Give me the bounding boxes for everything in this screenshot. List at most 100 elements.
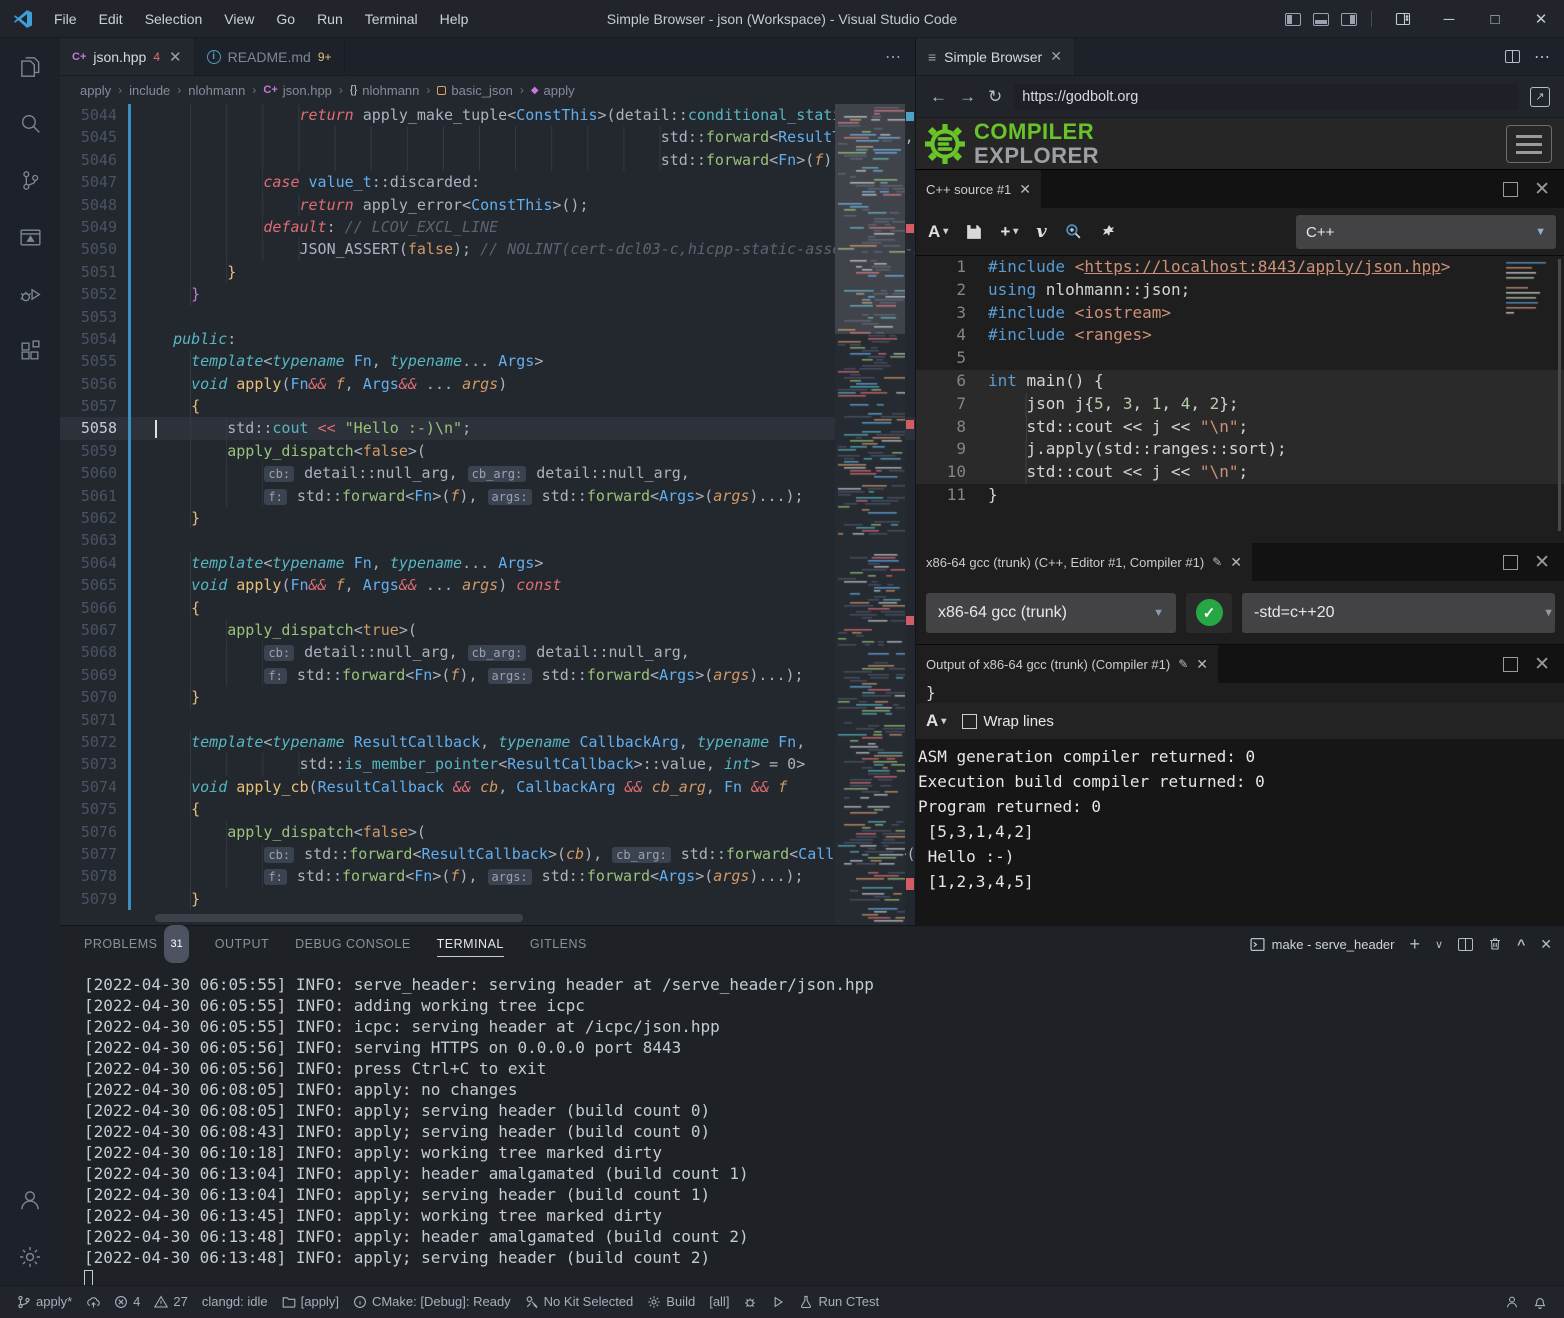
toggle-sidebar-icon[interactable] bbox=[1285, 13, 1301, 26]
forward-icon[interactable]: → bbox=[959, 87, 976, 107]
save-icon[interactable] bbox=[966, 224, 982, 240]
font-size-button[interactable]: A▾ bbox=[926, 711, 946, 731]
maximize-button[interactable]: □ bbox=[1472, 0, 1518, 38]
status-27[interactable]: 27 bbox=[147, 1286, 194, 1318]
back-icon[interactable]: ← bbox=[930, 87, 947, 107]
status-feedback[interactable] bbox=[1498, 1286, 1526, 1318]
activity-source-control[interactable] bbox=[0, 152, 60, 209]
code-editor[interactable]: 5044 return apply_make_tuple<ConstThis>(… bbox=[60, 104, 915, 925]
minimize-button[interactable]: ─ bbox=[1426, 0, 1472, 38]
compiler-options-input[interactable] bbox=[1242, 593, 1555, 633]
status-no-kit-selected[interactable]: No Kit Selected bbox=[518, 1286, 641, 1318]
panel-tab-problems[interactable]: PROBLEMS31 bbox=[84, 926, 189, 962]
rename-icon[interactable]: ✎ bbox=[1212, 555, 1222, 569]
tab-json.hpp[interactable]: C+json.hpp4✕ bbox=[60, 38, 195, 75]
status-clangd-idle[interactable]: clangd: idle bbox=[195, 1286, 275, 1318]
horizontal-scrollbar[interactable] bbox=[155, 914, 523, 922]
panel-tab-terminal[interactable]: TERMINAL bbox=[437, 926, 504, 962]
customize-layout-icon[interactable] bbox=[1380, 0, 1426, 38]
menu-help[interactable]: Help bbox=[429, 11, 480, 27]
status-bell[interactable] bbox=[1526, 1286, 1554, 1318]
close-window-button[interactable]: ✕ bbox=[1518, 0, 1564, 38]
cursor-jump-icon[interactable] bbox=[1100, 224, 1116, 240]
panel-tab-output[interactable]: OUTPUT bbox=[215, 926, 269, 962]
ce-output-tab[interactable]: Output of x86-64 gcc (trunk) (Compiler #… bbox=[916, 645, 1218, 683]
status-build[interactable]: Build bbox=[640, 1286, 702, 1318]
menu-terminal[interactable]: Terminal bbox=[354, 11, 429, 27]
breadcrumb-item-apply[interactable]: ◆apply bbox=[531, 83, 575, 98]
close-pane-icon[interactable]: ✕ bbox=[1196, 656, 1208, 673]
status-play[interactable] bbox=[764, 1286, 792, 1318]
add-pane-button[interactable]: +▾ bbox=[1000, 222, 1018, 242]
breadcrumb-item-json.hpp[interactable]: C+json.hpp bbox=[263, 83, 332, 98]
minimap[interactable] bbox=[835, 104, 905, 925]
compile-status-button[interactable]: ✓ bbox=[1186, 593, 1232, 633]
close-tab-icon[interactable]: ✕ bbox=[169, 48, 182, 66]
panel-tab-debug-console[interactable]: DEBUG CONSOLE bbox=[295, 926, 411, 962]
status-apply-[interactable]: apply* bbox=[10, 1286, 79, 1318]
breadcrumb-item-include[interactable]: include bbox=[129, 83, 170, 98]
tab-simple-browser[interactable]: ≡ Simple Browser ✕ bbox=[916, 38, 1075, 75]
ce-source-editor[interactable]: 1#include <https://localhost:8443/apply/… bbox=[916, 256, 1564, 543]
menu-view[interactable]: View bbox=[213, 11, 265, 27]
reload-icon[interactable]: ↻ bbox=[988, 87, 1002, 107]
menu-selection[interactable]: Selection bbox=[134, 11, 214, 27]
maximize-panel-icon[interactable]: ^ bbox=[1517, 936, 1525, 952]
ce-compiler-tab[interactable]: x86-64 gcc (trunk) (C++, Editor #1, Comp… bbox=[916, 543, 1252, 581]
close-pane-icon[interactable]: ✕ bbox=[1019, 181, 1031, 198]
maximize-pane-icon[interactable] bbox=[1503, 555, 1518, 570]
more-actions-icon[interactable]: ⋯ bbox=[871, 47, 915, 67]
vim-mode-icon[interactable]: v bbox=[1036, 221, 1046, 242]
terminal-output[interactable]: [2022-04-30 06:05:55] INFO: serve_header… bbox=[60, 962, 1564, 1292]
activity-run-debug[interactable] bbox=[0, 266, 60, 323]
panel-tab-gitlens[interactable]: GITLENS bbox=[530, 926, 587, 962]
wrap-lines-toggle[interactable]: Wrap lines bbox=[962, 713, 1054, 730]
close-panel-icon[interactable]: ✕ bbox=[1540, 936, 1552, 953]
close-pane-icon[interactable]: ✕ bbox=[1230, 554, 1242, 571]
breadcrumb-item-nlohmann[interactable]: nlohmann bbox=[188, 83, 245, 98]
terminal-instance[interactable]: make - serve_header bbox=[1250, 937, 1395, 952]
close-pane-icon[interactable]: ✕ bbox=[1534, 178, 1550, 201]
status-cloud-upload[interactable] bbox=[79, 1286, 107, 1318]
status--all-[interactable]: [all] bbox=[702, 1286, 736, 1318]
zoom-search-icon[interactable] bbox=[1065, 223, 1082, 240]
activity-explorer[interactable] bbox=[0, 38, 60, 95]
close-pane-icon[interactable]: ✕ bbox=[1534, 653, 1550, 676]
maximize-pane-icon[interactable] bbox=[1503, 182, 1518, 197]
new-terminal-icon[interactable]: + bbox=[1410, 934, 1421, 955]
status-run-ctest[interactable]: Run CTest bbox=[792, 1286, 886, 1318]
breadcrumb-item-apply[interactable]: apply bbox=[80, 83, 111, 98]
split-editor-icon[interactable] bbox=[1505, 50, 1520, 63]
ce-scrollbar[interactable] bbox=[1558, 259, 1561, 531]
status--apply-[interactable]: [apply] bbox=[275, 1286, 346, 1318]
activity-account[interactable] bbox=[0, 1171, 60, 1228]
split-terminal-icon[interactable] bbox=[1458, 938, 1473, 951]
menu-file[interactable]: File bbox=[43, 11, 88, 27]
open-external-icon[interactable]: ↗ bbox=[1530, 87, 1550, 107]
kill-terminal-icon[interactable] bbox=[1488, 937, 1502, 951]
breadcrumb-item-nlohmann[interactable]: {}nlohmann bbox=[350, 83, 419, 98]
terminal-dropdown-icon[interactable]: ∨ bbox=[1435, 938, 1443, 951]
hamburger-menu-icon[interactable] bbox=[1506, 125, 1552, 163]
rename-icon[interactable]: ✎ bbox=[1178, 657, 1188, 671]
menu-edit[interactable]: Edit bbox=[88, 11, 134, 27]
activity-extensions[interactable] bbox=[0, 323, 60, 380]
close-tab-icon[interactable]: ✕ bbox=[1050, 48, 1062, 65]
status-4[interactable]: 4 bbox=[107, 1286, 147, 1318]
activity-cmake[interactable] bbox=[0, 209, 60, 266]
breadcrumb-item-basic_json[interactable]: basic_json bbox=[437, 83, 512, 98]
chevron-down-icon[interactable]: ▼ bbox=[1543, 607, 1554, 619]
activity-search[interactable] bbox=[0, 95, 60, 152]
toggle-secondary-sidebar-icon[interactable] bbox=[1341, 13, 1357, 26]
activity-settings[interactable] bbox=[0, 1228, 60, 1285]
ce-source-tab[interactable]: C++ source #1 ✕ bbox=[916, 170, 1041, 208]
maximize-pane-icon[interactable] bbox=[1503, 657, 1518, 672]
status-cmake-debug-ready[interactable]: CMake: [Debug]: Ready bbox=[346, 1286, 518, 1318]
language-select[interactable]: C++ ▼ bbox=[1296, 215, 1556, 249]
url-input[interactable] bbox=[1014, 84, 1518, 110]
compiler-select[interactable]: x86-64 gcc (trunk) ▼ bbox=[926, 593, 1176, 633]
status-bug[interactable] bbox=[736, 1286, 764, 1318]
font-size-button[interactable]: A▾ bbox=[928, 222, 948, 242]
more-actions-icon[interactable]: ⋯ bbox=[1534, 47, 1550, 67]
menu-run[interactable]: Run bbox=[306, 11, 354, 27]
